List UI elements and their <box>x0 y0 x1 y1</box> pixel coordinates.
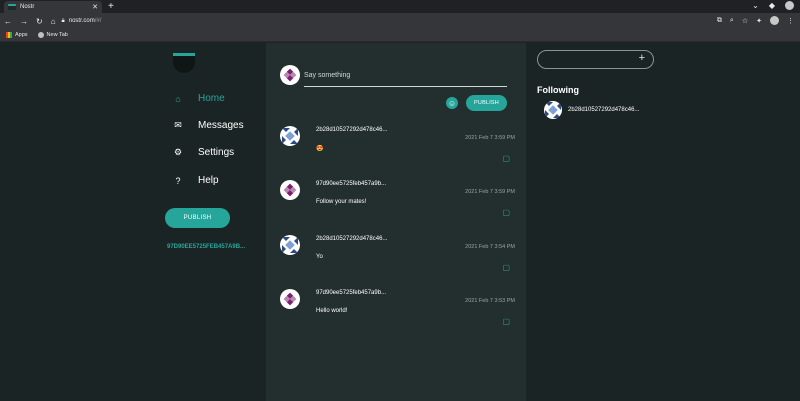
star-icon[interactable]: ☆ <box>742 17 748 25</box>
nav-label: Messages <box>198 120 244 131</box>
nostr-favicon-icon <box>8 4 16 10</box>
bookmark-new-tab[interactable]: New Tab <box>37 32 68 38</box>
open-external-icon[interactable]: ⧉ <box>717 17 722 25</box>
bookmark-label: Apps <box>15 32 28 38</box>
compose-avatar <box>280 65 300 85</box>
profile-avatar-icon[interactable] <box>785 1 794 10</box>
blue-identicon-icon <box>282 237 298 253</box>
reply-icon[interactable]: ▢ <box>502 317 510 326</box>
nav-item-help[interactable]: ? Help <box>172 175 219 186</box>
post-author[interactable]: 2b28d10527292d478c46... <box>316 236 387 242</box>
post-timestamp: 2021 Feb 7 3:53 PM <box>465 298 515 304</box>
bookmark-label: New Tab <box>46 32 68 38</box>
following-item[interactable]: 2b28d10527292d478c46... <box>544 101 639 119</box>
apps-grid-icon <box>6 32 12 38</box>
menu-kebab-icon[interactable]: ⋮ <box>787 17 794 25</box>
blue-identicon-icon <box>545 102 561 118</box>
emoji-icon: ☺ <box>447 98 457 108</box>
zoom-icon[interactable]: ⌕ <box>730 17 734 25</box>
post-avatar[interactable] <box>280 235 300 255</box>
feed-post[interactable]: 2b28d10527292d478c46... 2021 Feb 7 3:59 … <box>280 126 516 174</box>
compose-input[interactable]: Say something <box>304 69 507 87</box>
mail-icon: ✉ <box>174 120 182 130</box>
following-name[interactable]: 2b28d10527292d478c46... <box>568 107 639 113</box>
post-timestamp: 2021 Feb 7 3:54 PM <box>465 244 515 250</box>
address-bar-row: ← → ↻ ⌂ 🔒︎ nostr.com/#/ ⧉ ⌕ ☆ ✦ ⋮ <box>0 13 800 29</box>
post-avatar[interactable] <box>280 180 300 200</box>
gear-icon: ⚙ <box>173 147 183 157</box>
own-pubkey-link[interactable]: 97D90EE5725FEB457A9B... <box>167 244 245 250</box>
url-host: nostr.com <box>68 18 95 24</box>
purple-identicon-icon <box>283 183 297 197</box>
post-content: 😍 <box>316 146 324 152</box>
blue-identicon-icon <box>282 128 298 144</box>
feed-post[interactable]: 97d90ee5725feb457a9b... 2021 Feb 7 3:59 … <box>280 180 516 228</box>
reply-icon[interactable]: ▢ <box>502 154 510 163</box>
nav-label: Settings <box>198 147 235 158</box>
nav-label: Help <box>198 175 219 186</box>
new-tab-button[interactable]: + <box>108 1 114 13</box>
post-avatar[interactable] <box>280 289 300 309</box>
back-icon[interactable]: ← <box>4 17 12 26</box>
post-timestamp: 2021 Feb 7 3:59 PM <box>465 189 515 195</box>
post-timestamp: 2021 Feb 7 3:59 PM <box>465 135 515 141</box>
post-content: Yo <box>316 254 323 260</box>
post-author[interactable]: 2b28d10527292d478c46... <box>316 127 387 133</box>
bookmark-apps[interactable]: Apps <box>6 32 28 38</box>
post-avatar[interactable] <box>280 126 300 146</box>
tab-search-icon[interactable]: ⌄ <box>752 1 759 10</box>
post-author[interactable]: 97d90ee5725feb457a9b... <box>316 290 386 296</box>
reply-icon[interactable]: ▢ <box>502 263 510 272</box>
tab-close-icon[interactable]: ✕ <box>92 4 98 11</box>
search-input[interactable]: + <box>537 50 654 69</box>
puzzle-icon[interactable]: ✦ <box>756 17 762 25</box>
emoji-button[interactable]: ☺ <box>446 97 458 109</box>
browser-tab[interactable]: Nostr ✕ <box>4 1 102 13</box>
publish-button[interactable]: PUBLISH <box>466 95 507 111</box>
nav-item-messages[interactable]: ✉ Messages <box>172 120 244 131</box>
nav-item-home[interactable]: ⌂ Home <box>172 93 225 104</box>
publish-button-sidebar[interactable]: PUBLISH <box>165 208 230 228</box>
purple-identicon-icon <box>282 67 298 83</box>
account-avatar-icon[interactable] <box>770 16 779 25</box>
post-content: Follow your mates! <box>316 199 367 205</box>
feed-post[interactable]: 97d90ee5725feb457a9b... 2021 Feb 7 3:53 … <box>280 289 516 337</box>
url-field[interactable]: 🔒︎ nostr.com/#/ <box>62 18 102 25</box>
tab-title: Nostr <box>20 4 35 10</box>
extension-icon[interactable]: ◆ <box>769 1 775 10</box>
browser-tab-bar: Nostr ✕ + ⌄ ◆ <box>0 0 800 13</box>
post-author[interactable]: 97d90ee5725feb457a9b... <box>316 181 386 187</box>
add-icon[interactable]: + <box>639 52 645 64</box>
nav-item-settings[interactable]: ⚙ Settings <box>172 147 234 158</box>
bookmarks-bar: Apps New Tab <box>0 29 800 42</box>
reload-icon[interactable]: ↻ <box>36 17 43 26</box>
lock-icon: 🔒︎ <box>61 17 65 24</box>
following-title: Following <box>537 85 579 95</box>
help-icon: ? <box>175 175 181 186</box>
forward-icon[interactable]: → <box>20 17 28 26</box>
nostr-logo[interactable] <box>173 53 195 73</box>
following-avatar[interactable] <box>544 101 562 119</box>
home-icon: ⌂ <box>175 93 181 104</box>
purple-identicon-icon <box>283 292 297 306</box>
post-content: Hello world! <box>316 308 348 314</box>
nav-label: Home <box>198 93 225 104</box>
globe-icon <box>37 32 44 38</box>
reply-icon[interactable]: ▢ <box>502 208 510 217</box>
feed-post[interactable]: 2b28d10527292d478c46... 2021 Feb 7 3:54 … <box>280 235 516 283</box>
url-path: /#/ <box>94 18 102 24</box>
compose-placeholder: Say something <box>304 72 351 79</box>
home-browser-icon[interactable]: ⌂ <box>51 17 56 26</box>
